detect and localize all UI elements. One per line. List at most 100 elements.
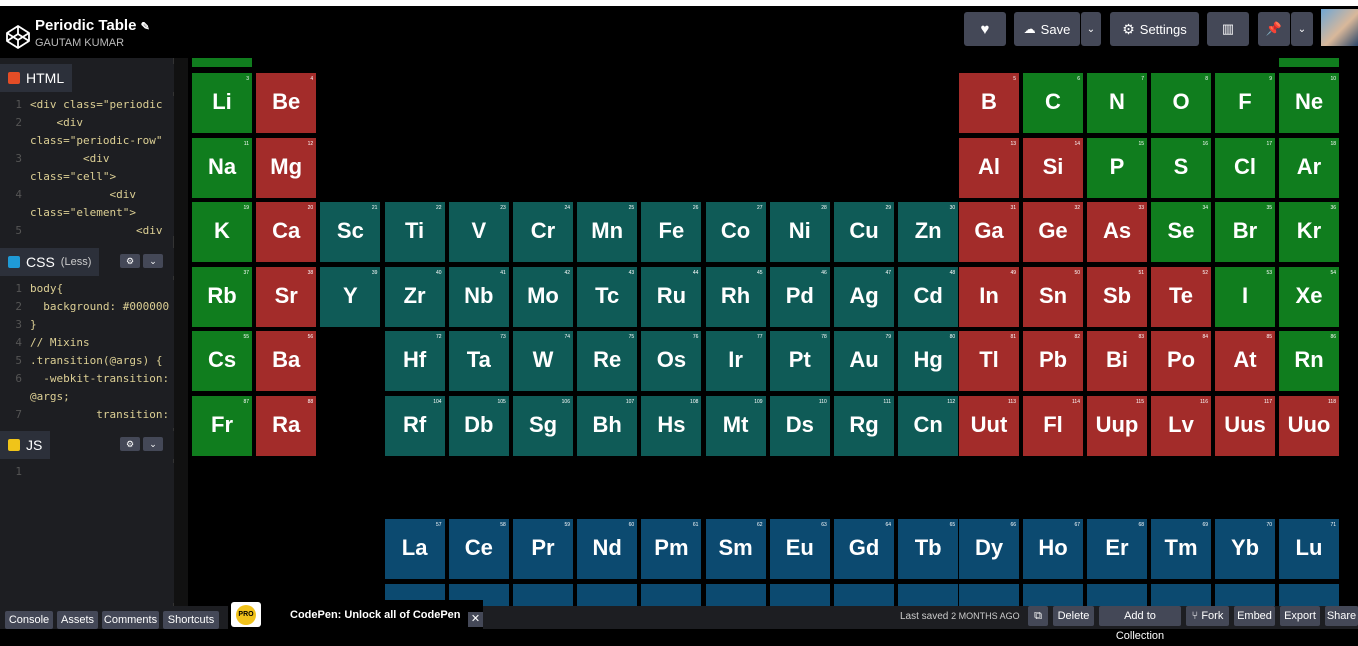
element-cell-fr[interactable]: 87 Fr: [191, 395, 253, 457]
element-cell-partial[interactable]: [1214, 583, 1276, 606]
element-cell-yb[interactable]: 70 Yb: [1214, 518, 1276, 580]
element-cell-pd[interactable]: 46 Pd: [768, 265, 831, 328]
element-cell-hf[interactable]: 72 Hf: [383, 330, 446, 393]
element-cell-cs[interactable]: 55 Cs: [191, 330, 253, 393]
element-cell-pb[interactable]: 82 Pb: [1022, 330, 1084, 393]
promo-banner[interactable]: PRO CodePen: Unlock all of CodePen: [228, 600, 483, 629]
codepen-logo-icon[interactable]: [5, 24, 31, 50]
element-cell-sb[interactable]: 51 Sb: [1086, 265, 1148, 328]
close-promo-button[interactable]: ✕: [468, 612, 483, 627]
assets-button[interactable]: Assets: [57, 611, 98, 629]
element-cell-partial[interactable]: [768, 583, 831, 606]
comments-button[interactable]: Comments: [102, 611, 159, 629]
element-cell-po[interactable]: 84 Po: [1150, 330, 1212, 393]
element-cell-os[interactable]: 76 Os: [640, 330, 703, 393]
element-cell-fe[interactable]: 26 Fe: [640, 201, 703, 264]
element-cell-pt[interactable]: 78 Pt: [768, 330, 831, 393]
element-cell-ho[interactable]: 67 Ho: [1022, 518, 1084, 580]
html-code-editor[interactable]: 1 <div class="periodic 2 <div class="period…: [0, 96, 174, 236]
element-cell-partial[interactable]: [958, 583, 1020, 606]
element-cell-si[interactable]: 14 Si: [1022, 136, 1084, 199]
element-cell-partial[interactable]: [191, 58, 253, 68]
element-cell-au[interactable]: 79 Au: [833, 330, 895, 393]
element-cell-sc[interactable]: 21 Sc: [319, 201, 382, 264]
console-button[interactable]: Console: [5, 611, 53, 629]
element-cell-partial[interactable]: [512, 583, 574, 606]
save-dropdown-button[interactable]: ⌄: [1081, 12, 1101, 46]
element-cell-partial[interactable]: [640, 583, 703, 606]
element-cell-ru[interactable]: 44 Ru: [640, 265, 703, 328]
element-cell-tm[interactable]: 69 Tm: [1150, 518, 1212, 580]
element-cell-db[interactable]: 105 Db: [447, 395, 510, 457]
element-cell-partial[interactable]: [1278, 58, 1340, 68]
element-cell-ni[interactable]: 28 Ni: [768, 201, 831, 264]
share-button[interactable]: Share: [1325, 606, 1358, 626]
settings-button[interactable]: ⚙ Settings: [1110, 12, 1199, 46]
css-code-editor[interactable]: 1 body{2 background: #000000 3} 4// Mixins 5…: [0, 280, 174, 428]
element-cell-dy[interactable]: 66 Dy: [958, 518, 1020, 580]
element-cell-br[interactable]: 35 Br: [1214, 201, 1276, 264]
element-cell-b[interactable]: 5B: [958, 72, 1020, 134]
element-cell-partial[interactable]: [1150, 583, 1212, 606]
element-cell-zr[interactable]: 40 Zr: [383, 265, 446, 328]
element-cell-tc[interactable]: 43 Tc: [576, 265, 639, 328]
pen-title[interactable]: Periodic Table ✎: [35, 17, 150, 34]
pencil-icon[interactable]: ✎: [141, 21, 150, 33]
element-cell-te[interactable]: 52 Te: [1150, 265, 1212, 328]
js-settings-button[interactable]: ⚙: [120, 437, 140, 451]
element-cell-se[interactable]: 34 Se: [1150, 201, 1212, 264]
element-cell-o[interactable]: 8O: [1150, 72, 1212, 134]
element-cell-partial[interactable]: [1086, 583, 1148, 606]
element-cell-y[interactable]: 39 Y: [319, 265, 382, 328]
element-cell-lu[interactable]: 71 Lu: [1278, 518, 1340, 580]
element-cell-hg[interactable]: 80 Hg: [897, 330, 960, 393]
element-cell-partial[interactable]: [576, 583, 639, 606]
element-cell-sg[interactable]: 106 Sg: [512, 395, 574, 457]
element-cell-cd[interactable]: 48 Cd: [897, 265, 960, 328]
pin-dropdown-button[interactable]: ⌄: [1291, 12, 1313, 46]
element-cell-rf[interactable]: 104 Rf: [383, 395, 446, 457]
element-cell-w[interactable]: 74 W: [512, 330, 574, 393]
element-cell-pr[interactable]: 59 Pr: [512, 518, 574, 580]
element-cell-lv[interactable]: 116 Lv: [1150, 395, 1212, 457]
element-cell-rh[interactable]: 45 Rh: [704, 265, 767, 328]
result-preview[interactable]: 3 Li 4 Be 11 Na 12 Mg 19 K 20 Ca 21 Sc 22 Ti 23 V 24 Cr 25 Mn…: [188, 58, 1358, 606]
element-cell-re[interactable]: 75 Re: [576, 330, 639, 393]
element-cell-at[interactable]: 85 At: [1214, 330, 1276, 393]
element-cell-uuo[interactable]: 118 Uuo: [1278, 395, 1340, 457]
element-cell-ne[interactable]: 10 Ne: [1278, 72, 1340, 134]
element-cell-sm[interactable]: 62 Sm: [704, 518, 767, 580]
element-cell-al[interactable]: 13 Al: [958, 136, 1020, 199]
element-cell-ds[interactable]: 110 Ds: [768, 395, 831, 457]
element-cell-nb[interactable]: 41 Nb: [447, 265, 510, 328]
element-cell-ba[interactable]: 56 Ba: [255, 330, 318, 393]
element-cell-in[interactable]: 49 In: [958, 265, 1020, 328]
element-cell-partial[interactable]: [897, 583, 960, 606]
element-cell-li[interactable]: 3 Li: [191, 72, 253, 134]
element-cell-i[interactable]: 53 I: [1214, 265, 1276, 328]
element-cell-ga[interactable]: 31 Ga: [958, 201, 1020, 264]
element-cell-p[interactable]: 15 P: [1086, 136, 1148, 199]
element-cell-ce[interactable]: 58 Ce: [447, 518, 510, 580]
element-cell-mt[interactable]: 109 Mt: [704, 395, 767, 457]
element-cell-rn[interactable]: 86 Rn: [1278, 330, 1340, 393]
element-cell-as[interactable]: 33 As: [1086, 201, 1148, 264]
delete-button[interactable]: Delete: [1053, 606, 1094, 626]
element-cell-uut[interactable]: 113 Uut: [958, 395, 1020, 457]
element-cell-ir[interactable]: 77 Ir: [704, 330, 767, 393]
user-avatar[interactable]: [1321, 9, 1358, 46]
save-button[interactable]: ☁ Save: [1014, 12, 1080, 46]
element-cell-mn[interactable]: 25 Mn: [576, 201, 639, 264]
html-tab[interactable]: HTML: [0, 64, 73, 92]
element-cell-er[interactable]: 68 Er: [1086, 518, 1148, 580]
element-cell-rg[interactable]: 111 Rg: [833, 395, 895, 457]
element-cell-mo[interactable]: 42 Mo: [512, 265, 574, 328]
pen-author[interactable]: GAUTAM KUMAR: [35, 37, 124, 49]
element-cell-partial[interactable]: [1278, 583, 1340, 606]
like-button[interactable]: ♥: [964, 12, 1006, 46]
change-view-button[interactable]: ▥: [1207, 12, 1249, 46]
element-cell-sr[interactable]: 38 Sr: [255, 265, 318, 328]
element-cell-partial[interactable]: [704, 583, 767, 606]
element-cell-cn[interactable]: 112 Cn: [897, 395, 960, 457]
pin-button[interactable]: 📌: [1258, 12, 1290, 46]
